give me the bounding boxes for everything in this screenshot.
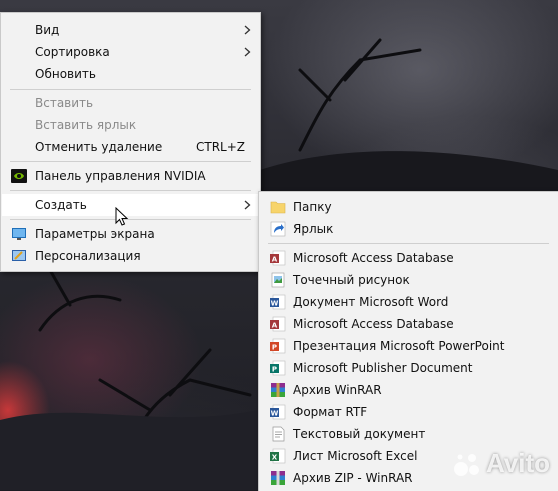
submenu-item-folder[interactable]: Папку [260, 196, 557, 218]
menu-item-label: Панель управления NVIDIA [35, 169, 206, 183]
menu-item-sort[interactable]: Сортировка [2, 41, 259, 63]
submenu-item-label: Архив WinRAR [293, 383, 382, 397]
personalization-icon [12, 250, 26, 261]
menu-item-label: Вставить ярлык [35, 118, 137, 132]
submenu-item-access-database[interactable]: A Microsoft Access Database [260, 247, 557, 269]
submenu-item-label: Формат RTF [293, 405, 368, 419]
access-icon: A [270, 316, 286, 332]
svg-text:W: W [271, 300, 279, 308]
menu-item-paste-shortcut: Вставить ярлык [2, 114, 259, 136]
shortcut-icon [270, 221, 286, 237]
menu-item-label: Создать [35, 198, 87, 212]
display-settings-icon [12, 228, 26, 240]
submenu-item-winrar-archive[interactable]: Архив WinRAR [260, 379, 557, 401]
menu-item-create[interactable]: Создать [2, 194, 259, 216]
menu-item-view[interactable]: Вид [2, 19, 259, 41]
menu-item-refresh[interactable]: Обновить [2, 63, 259, 85]
submenu-item-text-document[interactable]: Текстовый документ [260, 423, 557, 445]
submenu-item-word-document[interactable]: W Документ Microsoft Word [260, 291, 557, 313]
submenu-item-label: Точечный рисунок [293, 273, 410, 287]
submenu-item-label: Архив ZIP - WinRAR [293, 471, 413, 485]
menu-item-label: Сортировка [35, 45, 110, 59]
submenu-item-powerpoint[interactable]: P Презентация Microsoft PowerPoint [260, 335, 557, 357]
menu-item-undo-delete[interactable]: Отменить удаление CTRL+Z [2, 136, 259, 158]
menu-item-personalization[interactable]: Персонализация [2, 245, 259, 267]
menu-item-label: Персонализация [35, 249, 141, 263]
menu-separator [10, 219, 251, 220]
submenu-item-publisher[interactable]: P Microsoft Publisher Document [260, 357, 557, 379]
bitmap-icon [271, 272, 285, 288]
menu-separator [10, 89, 251, 90]
winrar-icon [271, 383, 285, 397]
chevron-right-icon [244, 47, 251, 57]
rtf-icon: W [270, 404, 286, 420]
chevron-right-icon [244, 25, 251, 35]
svg-text:X: X [272, 454, 278, 462]
submenu-item-label: Лист Microsoft Excel [293, 449, 418, 463]
submenu-item-label: Презентация Microsoft PowerPoint [293, 339, 505, 353]
menu-separator [10, 161, 251, 162]
folder-icon [270, 201, 286, 214]
submenu-item-label: Папку [293, 200, 332, 214]
svg-text:P: P [272, 344, 277, 352]
menu-separator [10, 190, 251, 191]
svg-text:A: A [272, 322, 278, 330]
text-document-icon [272, 426, 285, 442]
submenu-item-label: Ярлык [293, 222, 334, 236]
mouse-cursor-icon [115, 207, 129, 226]
menu-item-display-settings[interactable]: Параметры экрана [2, 223, 259, 245]
svg-text:W: W [271, 410, 279, 418]
submenu-item-access-database-2[interactable]: A Microsoft Access Database [260, 313, 557, 335]
excel-icon: X [270, 448, 286, 464]
watermark-text: Avito [486, 448, 551, 478]
chevron-right-icon [244, 200, 251, 210]
avito-watermark: Avito [452, 448, 550, 479]
menu-item-label: Параметры экрана [35, 227, 155, 241]
menu-item-label: Вставить [35, 96, 94, 110]
submenu-item-rtf[interactable]: W Формат RTF [260, 401, 557, 423]
access-icon: A [270, 250, 286, 266]
nvidia-icon [11, 169, 27, 183]
desktop-context-menu: Вид Сортировка Обновить Вставить Вставит… [0, 12, 261, 272]
create-submenu: Папку Ярлык A Microsoft Access Database … [258, 191, 558, 491]
menu-item-paste: Вставить [2, 92, 259, 114]
word-icon: W [270, 294, 286, 310]
menu-item-shortcut: CTRL+Z [195, 140, 245, 154]
menu-item-label: Обновить [35, 67, 96, 81]
submenu-item-label: Microsoft Publisher Document [293, 361, 473, 375]
submenu-item-label: Microsoft Access Database [293, 317, 454, 331]
submenu-item-bitmap[interactable]: Точечный рисунок [260, 269, 557, 291]
submenu-item-shortcut[interactable]: Ярлык [260, 218, 557, 240]
menu-item-label: Вид [35, 23, 60, 37]
menu-separator [268, 243, 549, 244]
avito-logo-icon [454, 453, 479, 476]
svg-text:A: A [272, 256, 278, 264]
menu-item-nvidia-control-panel[interactable]: Панель управления NVIDIA [2, 165, 259, 187]
menu-item-label: Отменить удаление [35, 140, 163, 154]
powerpoint-icon: P [270, 338, 286, 354]
submenu-item-label: Документ Microsoft Word [293, 295, 449, 309]
zip-icon [271, 471, 285, 485]
publisher-icon: P [270, 360, 286, 376]
submenu-item-label: Текстовый документ [293, 427, 426, 441]
svg-text:P: P [272, 366, 277, 374]
submenu-item-label: Microsoft Access Database [293, 251, 454, 265]
